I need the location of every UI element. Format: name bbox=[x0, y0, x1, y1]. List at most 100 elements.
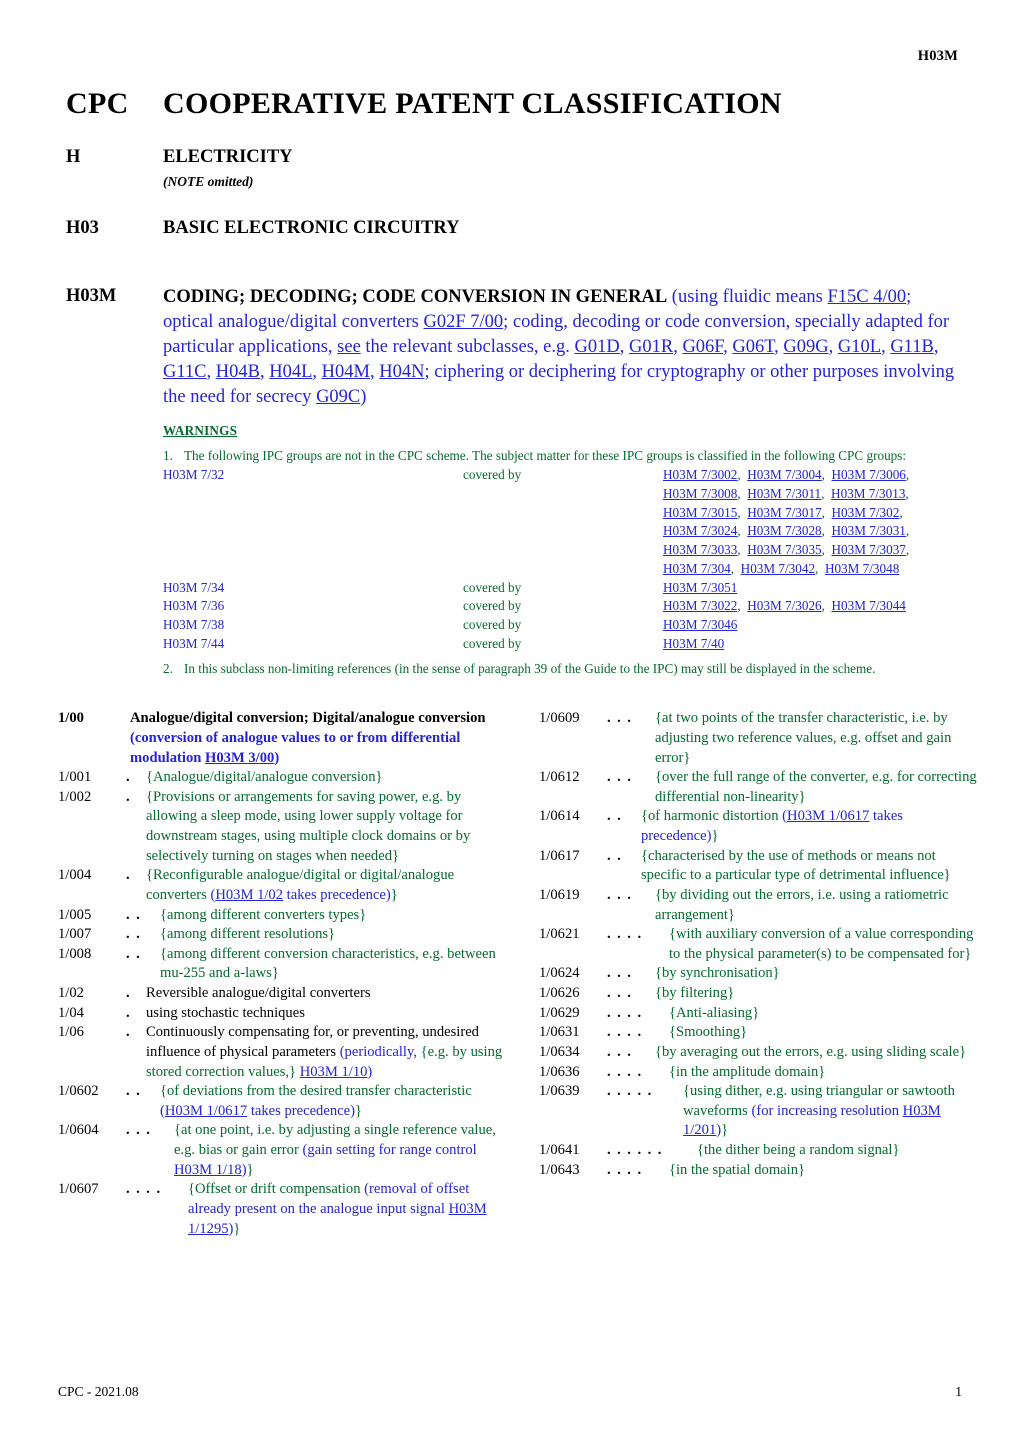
cpc-target-link[interactable]: H03M 7/3026 bbox=[747, 598, 821, 613]
cpc-target-link[interactable]: H03M 7/3022 bbox=[663, 598, 737, 613]
entry-symbol[interactable]: 1/06 bbox=[58, 1023, 126, 1082]
cpc-target-link[interactable]: H03M 7/3033 bbox=[663, 542, 737, 557]
cpc-target-link[interactable]: H03M 7/3048 bbox=[825, 561, 899, 576]
classification-link[interactable]: G01D bbox=[575, 337, 620, 357]
entry-symbol[interactable]: 1/001 bbox=[58, 768, 126, 788]
entry-dot-level: ... bbox=[607, 710, 638, 727]
classification-link[interactable]: G09C bbox=[316, 387, 360, 407]
comma-separator: , bbox=[821, 598, 832, 614]
cpc-target-link[interactable]: H03M 7/40 bbox=[663, 636, 724, 651]
entry-symbol[interactable]: 1/0607 bbox=[58, 1180, 126, 1239]
entry-symbol[interactable]: 1/0631 bbox=[539, 1023, 607, 1043]
cpc-target-link[interactable]: H03M 7/3031 bbox=[832, 523, 906, 538]
cpc-target-link[interactable]: H03M 7/3024 bbox=[663, 523, 737, 538]
class-row: H03 BASIC ELECTRONIC CIRCUITRY bbox=[66, 218, 962, 239]
cpc-target-link[interactable]: H03M 7/3044 bbox=[832, 598, 906, 613]
cpc-target-link[interactable]: H03M 7/3046 bbox=[663, 617, 737, 632]
entry-symbol[interactable]: 1/007 bbox=[58, 925, 126, 945]
cpc-target-link[interactable]: H03M 7/3008 bbox=[663, 486, 737, 501]
entry-symbol[interactable]: 1/0624 bbox=[539, 964, 607, 984]
note-text-blue: (for increasing resolution bbox=[751, 1102, 903, 1119]
classification-link[interactable]: G06F bbox=[682, 337, 723, 357]
classification-link[interactable]: H04M bbox=[322, 362, 370, 382]
cpc-target-link[interactable]: H03M 7/3002 bbox=[663, 467, 737, 482]
entry-symbol[interactable]: 1/0602 bbox=[58, 1082, 126, 1121]
classification-link[interactable]: G02F 7/00 bbox=[423, 312, 503, 332]
cpc-code: CPC bbox=[66, 87, 129, 120]
classification-link[interactable]: G11C bbox=[163, 362, 207, 382]
entry-symbol[interactable]: 1/04 bbox=[58, 1004, 126, 1024]
table-row: H03M 7/34 covered by H03M 7/3051 bbox=[163, 579, 962, 598]
classification-link[interactable]: G11B bbox=[890, 337, 934, 357]
entry-symbol[interactable]: 1/0629 bbox=[539, 1004, 607, 1024]
warning-1-text: The following IPC groups are not in the … bbox=[184, 447, 907, 463]
note-text-blue: , bbox=[206, 361, 216, 382]
classification-link[interactable]: H03M 1/10 bbox=[300, 1064, 368, 1080]
entry-symbol[interactable]: 1/002 bbox=[58, 788, 126, 867]
covered-by-cell bbox=[463, 485, 663, 504]
entry-symbol[interactable]: 1/0641 bbox=[539, 1141, 607, 1161]
cpc-target-link[interactable]: H03M 7/3051 bbox=[663, 580, 737, 595]
entry-symbol[interactable]: 1/0614 bbox=[539, 807, 607, 846]
cpc-target-link[interactable]: H03M 7/3017 bbox=[747, 505, 821, 520]
classification-link[interactable]: G06T bbox=[732, 337, 774, 357]
cpc-target-link[interactable]: H03M 7/3035 bbox=[747, 542, 821, 557]
table-row: H03M 7/3015, H03M 7/3017, H03M 7/302, bbox=[163, 504, 962, 523]
classification-link[interactable]: G01R bbox=[629, 337, 673, 357]
cpc-target-link[interactable]: H03M 7/304 bbox=[663, 561, 731, 576]
entry-symbol[interactable]: 1/004 bbox=[58, 866, 126, 905]
note-text-green: {over the full range of the converter, e… bbox=[655, 769, 977, 805]
entry-symbol[interactable]: 1/0619 bbox=[539, 886, 607, 925]
note-text-blue: , bbox=[933, 336, 939, 357]
cpc-target-link[interactable]: H03M 7/302 bbox=[832, 505, 900, 520]
cpc-target-link[interactable]: H03M 7/3013 bbox=[831, 486, 905, 501]
classification-link[interactable]: H03M 1/0617 bbox=[165, 1103, 247, 1119]
entry-symbol[interactable]: 1/00 bbox=[58, 709, 126, 768]
entry-definition: {the dither being a random signal} bbox=[693, 1141, 984, 1161]
classification-link[interactable]: H03M 1/18 bbox=[174, 1162, 242, 1178]
classification-link[interactable]: H03M 1/02 bbox=[215, 887, 283, 903]
entry-symbol[interactable]: 1/0617 bbox=[539, 847, 607, 886]
entry-symbol[interactable]: 1/02 bbox=[58, 984, 126, 1004]
note-text-green: {among different converters types} bbox=[160, 906, 367, 923]
entry-symbol[interactable]: 1/0643 bbox=[539, 1161, 607, 1181]
cpc-target-link[interactable]: H03M 7/3028 bbox=[747, 523, 821, 538]
cpc-target-link[interactable]: H03M 7/3015 bbox=[663, 505, 737, 520]
entry-symbol[interactable]: 1/008 bbox=[58, 945, 126, 984]
classification-link[interactable]: G09G bbox=[783, 337, 828, 357]
entry-symbol[interactable]: 1/0609 bbox=[539, 709, 607, 768]
scheme-entry: 1/0619... {by dividing out the errors, i.… bbox=[539, 886, 984, 925]
cpc-target-link[interactable]: H03M 7/3004 bbox=[747, 467, 821, 482]
table-row: H03M 7/304, H03M 7/3042, H03M 7/3048 bbox=[163, 560, 962, 579]
cpc-target-link[interactable]: H03M 7/3006 bbox=[832, 467, 906, 482]
comma-separator: , bbox=[905, 467, 910, 483]
entry-dot-level: .. bbox=[126, 906, 147, 923]
entry-symbol[interactable]: 1/0604 bbox=[58, 1121, 126, 1180]
classification-link[interactable]: F15C 4/00 bbox=[827, 287, 906, 307]
classification-link[interactable]: H04B bbox=[216, 362, 260, 382]
classification-link[interactable]: H03M 3/00 bbox=[205, 750, 274, 766]
cpc-target-link[interactable]: H03M 7/3011 bbox=[747, 486, 821, 501]
entry-symbol[interactable]: 1/0639 bbox=[539, 1082, 607, 1141]
entry-dot-level: ... bbox=[607, 769, 638, 786]
cpc-target-link[interactable]: H03M 7/3042 bbox=[741, 561, 815, 576]
note-text-green: {in the amplitude domain} bbox=[669, 1063, 826, 1080]
classification-link[interactable]: H04N bbox=[379, 362, 424, 382]
entry-definition: Continuously compensating for, or preven… bbox=[142, 1023, 503, 1082]
classification-link[interactable]: H03M 1/0617 bbox=[787, 808, 869, 824]
entry-definition: {by synchronisation} bbox=[651, 964, 984, 984]
entry-text: using stochastic techniques bbox=[146, 1004, 305, 1021]
cpc-targets-cell: H03M 7/3051 bbox=[663, 579, 962, 598]
cpc-target-link[interactable]: H03M 7/3037 bbox=[832, 542, 906, 557]
entry-symbol[interactable]: 1/0621 bbox=[539, 925, 607, 964]
entry-definition: using stochastic techniques bbox=[142, 1004, 503, 1024]
entry-symbol[interactable]: 1/0636 bbox=[539, 1063, 607, 1083]
entry-symbol[interactable]: 1/005 bbox=[58, 906, 126, 926]
cpc-targets-cell: H03M 7/3008, H03M 7/3011, H03M 7/3013, bbox=[663, 485, 962, 504]
entry-symbol[interactable]: 1/0612 bbox=[539, 768, 607, 807]
classification-link[interactable]: H04L bbox=[269, 362, 312, 382]
entry-symbol[interactable]: 1/0626 bbox=[539, 984, 607, 1004]
classification-link[interactable]: G10L bbox=[838, 337, 881, 357]
entry-symbol[interactable]: 1/0634 bbox=[539, 1043, 607, 1063]
classification-link[interactable]: see bbox=[337, 337, 361, 357]
